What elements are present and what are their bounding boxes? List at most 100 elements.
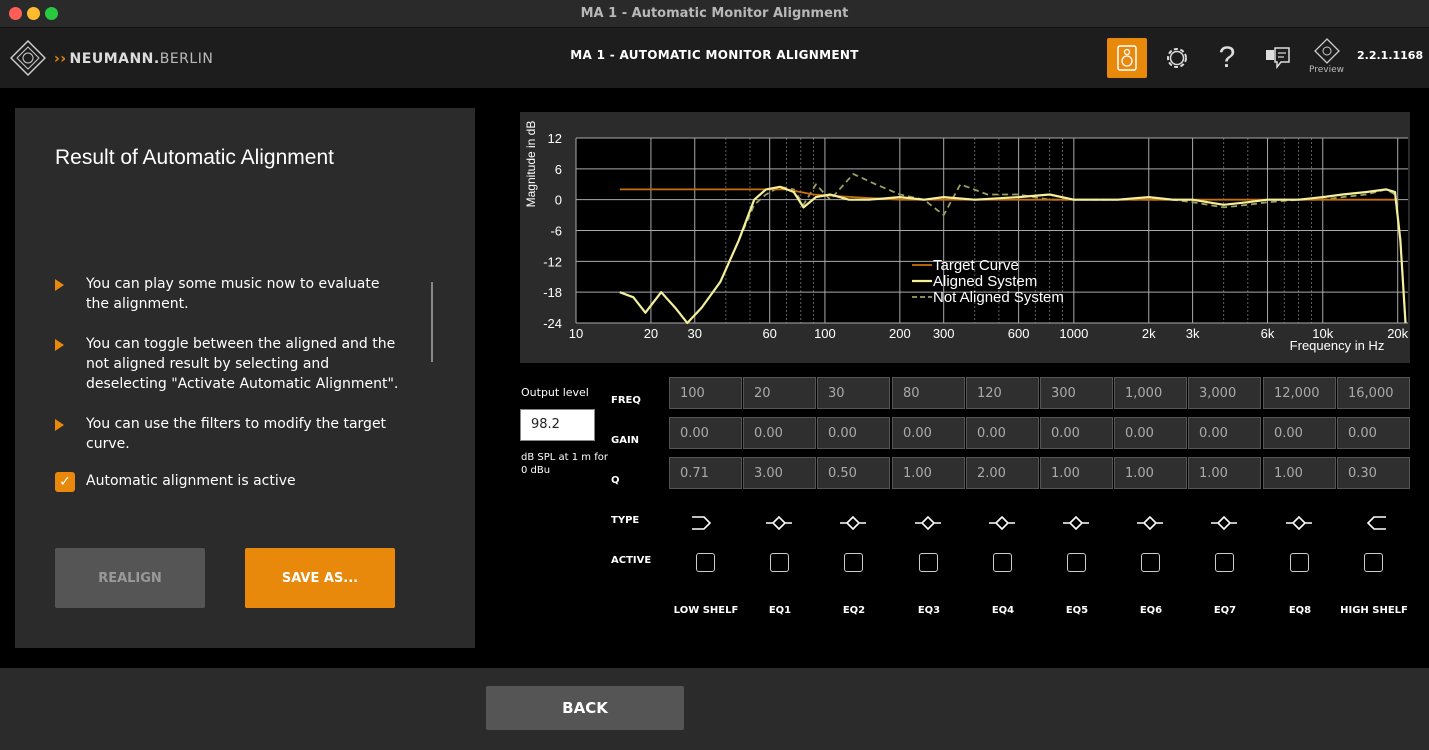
x-tick-label: 20k: [1387, 326, 1408, 341]
bullet-arrow-icon: [55, 419, 64, 431]
band-active-checkbox[interactable]: [919, 553, 938, 572]
gain-cell[interactable]: 0.00: [892, 417, 965, 449]
result-panel: Result of Automatic Alignment You can pl…: [15, 108, 475, 648]
freq-cell[interactable]: 12,000: [1263, 377, 1336, 409]
gain-cell[interactable]: 0.00: [966, 417, 1039, 449]
band-active-checkbox[interactable]: [1141, 553, 1160, 572]
freq-cell[interactable]: 30: [817, 377, 890, 409]
q-cell[interactable]: 2.00: [966, 457, 1039, 489]
footer-bar: BACK: [0, 668, 1429, 750]
band-active-checkbox[interactable]: [1290, 553, 1309, 572]
peak-filter-icon[interactable]: [1135, 513, 1165, 533]
realign-button[interactable]: REALIGN: [55, 548, 205, 608]
freq-cell[interactable]: 80: [892, 377, 965, 409]
q-cell[interactable]: 1.00: [1263, 457, 1336, 489]
band-active-checkbox[interactable]: [770, 553, 789, 572]
preview-label: Preview: [1309, 65, 1345, 75]
band-active-checkbox[interactable]: [1067, 553, 1086, 572]
x-tick-label: 2k: [1142, 326, 1156, 341]
x-tick-label: 6k: [1261, 326, 1275, 341]
band-name-label: EQ6: [1139, 605, 1163, 616]
bullet-text: You can play some music now to evaluate …: [86, 276, 380, 312]
high-shelf-filter-icon[interactable]: [1358, 513, 1388, 533]
output-level-note: dB SPL at 1 m for 0 dBu: [521, 452, 608, 476]
gain-cell[interactable]: 0.00: [743, 417, 816, 449]
freq-cell[interactable]: 20: [743, 377, 816, 409]
frequency-response-chart: 10 20 30 60 100 200 300 600 1000 2k 3k 6k 10k 20k 12 6 0…: [520, 112, 1410, 363]
bullet-text: You can toggle between the aligned and t…: [86, 336, 399, 392]
x-tick-label: 300: [933, 326, 955, 341]
q-cell[interactable]: 1.00: [1040, 457, 1113, 489]
gain-cell[interactable]: 0.00: [1337, 417, 1410, 449]
brand-arrows-icon: ››: [54, 51, 67, 67]
text-scrollbar[interactable]: [431, 282, 433, 362]
alignment-active-checkbox[interactable]: ✓: [55, 472, 75, 492]
peak-filter-icon[interactable]: [838, 513, 868, 533]
band-active-checkbox[interactable]: [993, 553, 1012, 572]
q-cell[interactable]: 0.71: [669, 457, 742, 489]
back-button[interactable]: BACK: [486, 686, 684, 730]
x-tick-label: 1000: [1059, 326, 1088, 341]
freq-cell[interactable]: 100: [669, 377, 742, 409]
peak-filter-icon[interactable]: [1061, 513, 1091, 533]
output-level-input[interactable]: 98.2: [520, 409, 595, 441]
speaker-button[interactable]: [1107, 38, 1147, 78]
legend-entry: Not Aligned System: [933, 289, 1064, 306]
feedback-button[interactable]: [1257, 38, 1297, 78]
gain-cell[interactable]: 0.00: [1040, 417, 1113, 449]
band-active-checkbox[interactable]: [844, 553, 863, 572]
freq-cell[interactable]: 16,000: [1337, 377, 1410, 409]
gain-cell[interactable]: 0.00: [1188, 417, 1261, 449]
y-tick-label: -24: [543, 316, 562, 331]
q-cell[interactable]: 3.00: [743, 457, 816, 489]
gain-cell[interactable]: 0.00: [669, 417, 742, 449]
alignment-active-label: Automatic alignment is active: [86, 473, 296, 489]
q-cell[interactable]: 1.00: [1114, 457, 1187, 489]
band-name-label: EQ1: [768, 605, 792, 616]
x-tick-label: 3k: [1186, 326, 1200, 341]
band-active-checkbox[interactable]: [1364, 553, 1383, 572]
x-tick-label: 600: [1008, 326, 1030, 341]
q-cell[interactable]: 0.50: [817, 457, 890, 489]
gain-cell[interactable]: 0.00: [1263, 417, 1336, 449]
peak-filter-icon[interactable]: [1284, 513, 1314, 533]
type-row-label: TYPE: [611, 515, 640, 526]
x-tick-label: 10: [569, 326, 583, 341]
band-name-label: EQ5: [1065, 605, 1089, 616]
window-titlebar: MA 1 - Automatic Monitor Alignment: [0, 0, 1429, 28]
freq-cell[interactable]: 1,000: [1114, 377, 1187, 409]
q-cell[interactable]: 1.00: [1188, 457, 1261, 489]
x-tick-label: 60: [762, 326, 776, 341]
peak-filter-icon[interactable]: [913, 513, 943, 533]
freq-cell[interactable]: 120: [966, 377, 1039, 409]
gain-cell[interactable]: 0.00: [817, 417, 890, 449]
help-button[interactable]: ?: [1207, 38, 1247, 78]
frequency-response-svg: 10 20 30 60 100 200 300 600 1000 2k 3k 6k 10k 20k1260…: [524, 121, 1409, 353]
band-name-label: HIGH SHELF: [1340, 605, 1408, 616]
gain-cell[interactable]: 0.00: [1114, 417, 1187, 449]
x-tick-label: 30: [688, 326, 702, 341]
q-cell[interactable]: 0.30: [1337, 457, 1410, 489]
settings-button[interactable]: [1157, 38, 1197, 78]
band-active-checkbox[interactable]: [1215, 553, 1234, 572]
peak-filter-icon[interactable]: [987, 513, 1017, 533]
bullet-arrow-icon: [55, 279, 64, 291]
freq-cell[interactable]: 3,000: [1188, 377, 1261, 409]
app-header: ›› NEUMANN.BERLIN MA 1 - AUTOMATIC MONITO…: [0, 28, 1429, 88]
y-tick-label: -18: [543, 285, 562, 300]
thumbs-up-feedback-icon: [1266, 47, 1290, 70]
info-bullet: You can play some music now to evaluate …: [55, 274, 400, 314]
panel-title: Result of Automatic Alignment: [55, 146, 334, 169]
info-bullet: You can use the filters to modify the ta…: [55, 414, 400, 454]
freq-cell[interactable]: 300: [1040, 377, 1113, 409]
y-tick-label: 6: [555, 162, 562, 177]
band-active-checkbox[interactable]: [696, 553, 715, 572]
peak-filter-icon[interactable]: [1209, 513, 1239, 533]
q-cell[interactable]: 1.00: [892, 457, 965, 489]
save-as-button[interactable]: SAVE AS...: [245, 548, 395, 608]
preview-button[interactable]: [1307, 36, 1347, 66]
gear-icon: [1167, 48, 1187, 68]
peak-filter-icon[interactable]: [764, 513, 794, 533]
low-shelf-filter-icon[interactable]: [690, 513, 720, 533]
x-tick-label: 100: [814, 326, 836, 341]
